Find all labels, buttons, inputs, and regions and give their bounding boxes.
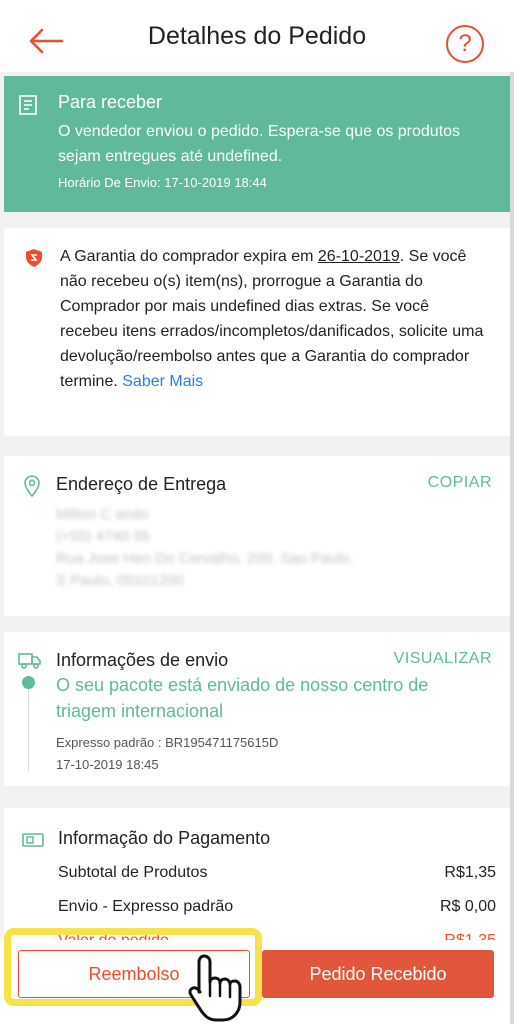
status-description: O vendedor enviou o pedido. Espera-se qu… bbox=[58, 123, 461, 165]
tracking-datetime: 17-10-2019 18:45 bbox=[56, 757, 159, 772]
tracking-meta: Expresso padrão : BR195471175615D 17-10-… bbox=[56, 732, 278, 776]
shipping-cost-row: Envio - Expresso padrão R$ 0,00 bbox=[58, 898, 496, 916]
address-title: Endereço de Entrega bbox=[56, 474, 227, 494]
guarantee-text-after: . Se você não recebeu o(s) item(ns), pro… bbox=[60, 248, 484, 390]
shipping-title: Informações de envio bbox=[56, 650, 229, 670]
subtotal-value: R$1,35 bbox=[444, 864, 496, 881]
status-title: Para receber bbox=[58, 92, 163, 112]
ship-time: Horário De Envio: 17-10-2019 18:44 bbox=[58, 175, 267, 190]
truck-icon bbox=[18, 653, 41, 669]
shield-icon bbox=[26, 249, 42, 267]
order-status-banner: Para receber O vendedor enviou o pedido.… bbox=[4, 76, 510, 212]
address-line: Rua Jose Hen Do Carvalho, 200, Sao Paulo… bbox=[56, 550, 354, 567]
location-pin-icon bbox=[24, 475, 40, 498]
address-lines: Milton C ando (+55) 4740 35 Rua Jose Hen… bbox=[56, 504, 486, 592]
order-received-button[interactable]: Pedido Recebido bbox=[262, 950, 494, 998]
back-arrow-icon[interactable] bbox=[26, 26, 66, 56]
copy-address-button[interactable]: COPIAR bbox=[428, 474, 492, 492]
timeline-line bbox=[28, 684, 29, 772]
view-tracking-button[interactable]: VISUALIZAR bbox=[394, 650, 492, 668]
shipping-info-card: Informações de envio VISUALIZAR O seu pa… bbox=[4, 632, 510, 786]
hand-cursor-icon bbox=[188, 954, 242, 1022]
help-icon[interactable]: ? bbox=[446, 25, 484, 63]
payment-card-icon bbox=[22, 833, 44, 847]
learn-more-link[interactable]: Saber Mais bbox=[122, 373, 203, 390]
app-header: Detalhes do Pedido ? bbox=[0, 0, 514, 72]
guarantee-text-before: A Garantia do comprador expira em bbox=[60, 248, 318, 265]
page-title: Detalhes do Pedido bbox=[147, 21, 367, 50]
guarantee-expiry-date: 26-10-2019 bbox=[317, 248, 400, 265]
address-line: S Paulo, 05101200 bbox=[56, 572, 184, 589]
carrier-tracking-number: Expresso padrão : BR195471175615D bbox=[56, 735, 279, 750]
address-line: Milton C ando bbox=[56, 506, 149, 523]
document-icon bbox=[19, 95, 37, 115]
subtotal-label: Subtotal de Produtos bbox=[58, 864, 208, 881]
scrollbar[interactable] bbox=[510, 72, 514, 1024]
delivery-address-card: Endereço de Entrega COPIAR Milton C ando… bbox=[4, 456, 510, 616]
timeline-dot bbox=[22, 676, 35, 689]
address-line: (+55) 4740 35 bbox=[56, 528, 150, 545]
subtotal-row: Subtotal de Produtos R$1,35 bbox=[58, 864, 496, 882]
payment-title: Informação do Pagamento bbox=[58, 828, 271, 848]
shipping-cost-label: Envio - Expresso padrão bbox=[58, 898, 234, 915]
shipping-cost-value: R$ 0,00 bbox=[439, 898, 496, 915]
buyer-guarantee-card: A Garantia do comprador expira em 26-10-… bbox=[4, 228, 510, 436]
tracking-status: O seu pacote está enviado de nosso centr… bbox=[56, 675, 429, 721]
guarantee-text: A Garantia do comprador expira em 26-10-… bbox=[60, 244, 490, 394]
